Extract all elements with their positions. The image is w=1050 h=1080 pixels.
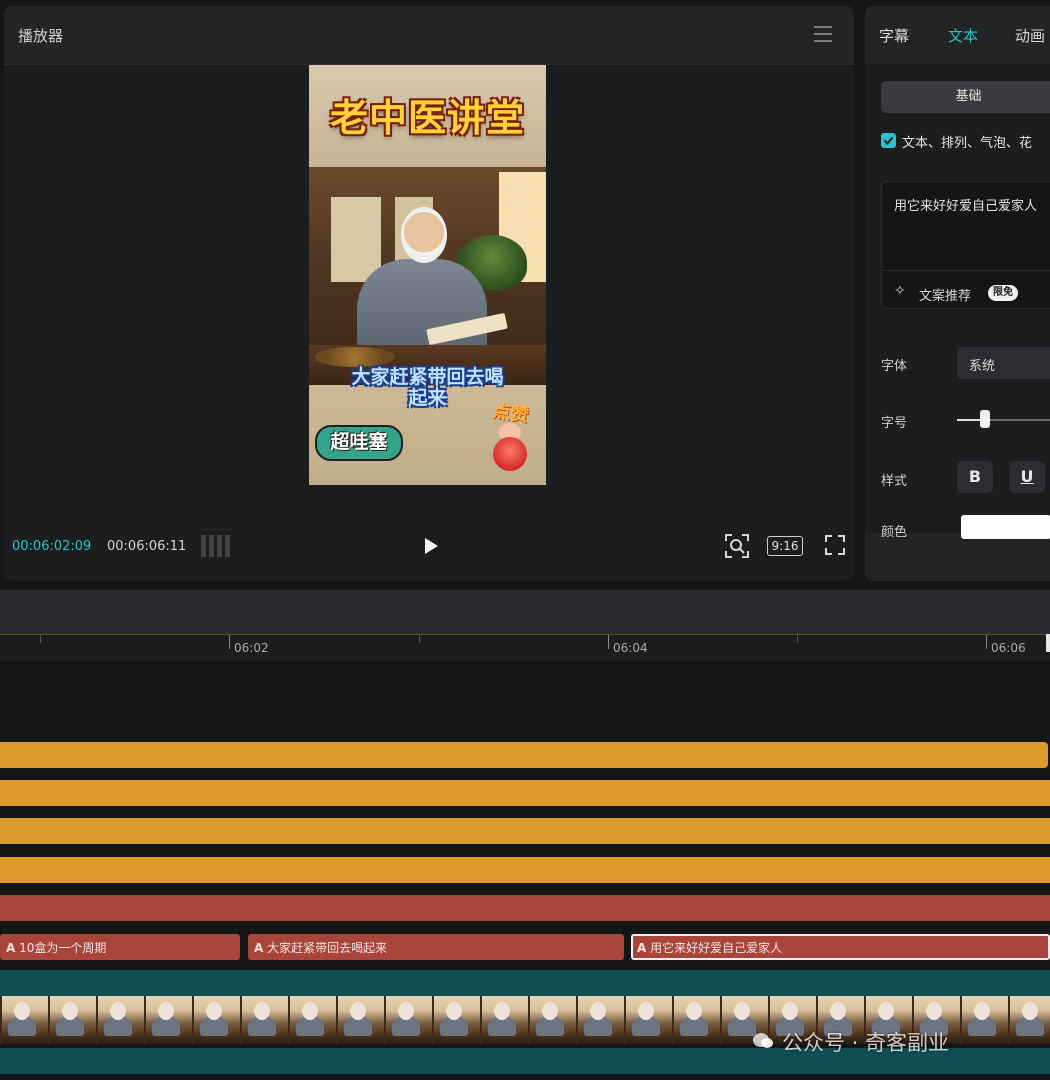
thumbnail-head — [686, 1002, 702, 1020]
tab-subtitle[interactable]: 字幕 — [879, 25, 909, 46]
free-badge: 限免 — [988, 285, 1018, 301]
tab-text[interactable]: 文本 — [948, 25, 978, 46]
color-label: 颜色 — [881, 525, 908, 540]
thumbnail-head — [110, 1002, 126, 1020]
thumbnail-head — [398, 1002, 414, 1020]
thumbnail-head — [158, 1002, 174, 1020]
ruler-label: 06:02 — [234, 641, 269, 655]
thumbnail-head — [590, 1002, 606, 1020]
apply-all-label: 文本、排列、气泡、花 — [902, 136, 1033, 151]
thumbnail-head — [782, 1002, 798, 1020]
audio-track-clip[interactable] — [0, 818, 1050, 844]
text-track-clip[interactable] — [0, 895, 1050, 921]
subtitle-clip-label: A 10盒为一个周期 — [6, 941, 107, 955]
text-color-swatch[interactable] — [961, 515, 1050, 539]
doctor-head — [401, 207, 447, 263]
calligraphy-scroll — [331, 197, 381, 282]
subtitle-clip-selected[interactable]: A 用它来好好爱自己爱家人 — [631, 934, 1050, 960]
ruler-tick — [608, 635, 609, 649]
ruler-label: 06:06 — [991, 641, 1026, 655]
inspector-tabs: 字幕 文本 动画 — [865, 6, 1050, 64]
audio-track-clip[interactable] — [0, 742, 1048, 768]
subtitle-clip[interactable]: A 大家赶紧带回去喝起来 — [248, 934, 624, 960]
ruler-tick — [229, 635, 230, 649]
check-icon — [883, 136, 894, 145]
thumbnail-head — [350, 1002, 366, 1020]
thumbnail-head — [302, 1002, 318, 1020]
thumbnail-head — [206, 1002, 222, 1020]
audio-track-clip[interactable] — [0, 857, 1050, 883]
ruler-tick — [986, 635, 987, 649]
thumbnail-head — [446, 1002, 462, 1020]
preview-title-text: 老中医讲堂 — [329, 96, 525, 140]
zoom-fit-icon[interactable] — [724, 533, 750, 559]
font-select[interactable]: 系统 — [957, 347, 1050, 379]
sparkle-icon: ✧ — [894, 283, 906, 299]
total-time: 00:06:06:11 — [107, 539, 187, 554]
ruler-tick — [419, 635, 420, 643]
thumbnail-head — [1022, 1002, 1038, 1020]
ruler-tick — [797, 635, 798, 643]
thumbnail-head — [974, 1002, 990, 1020]
inspector-panel: 字幕 文本 动画 基础 文本、排列、气泡、花 用它来好好爱自己爱家人 ✧ 文案推… — [865, 6, 1050, 581]
herbs-pile — [315, 347, 395, 367]
inspector-footer — [865, 533, 1050, 581]
tab-animation[interactable]: 动画 — [1015, 25, 1045, 46]
current-time: 00:06:02:09 — [12, 539, 92, 554]
thumbnail-head — [62, 1002, 78, 1020]
grid-icon[interactable] — [201, 535, 231, 557]
font-size-slider-thumb[interactable] — [980, 410, 990, 428]
preview-scene-image — [309, 167, 546, 385]
thumbnail-head — [14, 1002, 30, 1020]
copy-suggest-button[interactable]: 文案推荐 — [919, 285, 971, 304]
play-icon — [425, 538, 438, 554]
ruler-tick — [40, 635, 41, 643]
menu-icon[interactable] — [814, 26, 832, 42]
playhead-handle[interactable] — [1046, 634, 1050, 652]
style-label: 样式 — [881, 474, 908, 489]
time-ruler[interactable]: 06:02 06:04 06:06 — [0, 634, 1050, 661]
effect-track-clip[interactable] — [0, 970, 1050, 996]
ruler-label: 06:04 — [613, 641, 648, 655]
wechat-icon — [752, 1031, 774, 1051]
audio-track-clip[interactable] — [0, 780, 1050, 806]
player-title: 播放器 — [18, 27, 64, 45]
thumbnail-head — [926, 1002, 942, 1020]
subtitle-clip-label: A 大家赶紧带回去喝起来 — [254, 941, 388, 955]
watermark-text: 公众号 · 奇客副业 — [782, 1031, 950, 1055]
doctor-figure — [357, 259, 487, 351]
thumbnail-head — [254, 1002, 270, 1020]
basic-subtab-button[interactable]: 基础 — [881, 81, 1050, 113]
thumbnail-head — [638, 1002, 654, 1020]
font-label: 字体 — [881, 359, 908, 374]
play-button[interactable] — [416, 532, 444, 560]
heart-sticker-icon — [493, 437, 527, 471]
thumbnail-head — [734, 1002, 750, 1020]
bold-button[interactable]: B — [957, 461, 993, 493]
subtitle-clip-label: A 用它来好好爱自己爱家人 — [637, 941, 783, 955]
video-preview[interactable]: 老中医讲堂 大家赶紧带回去喝 起来 超哇塞 点赞 — [309, 65, 546, 485]
divider — [882, 270, 1050, 271]
font-select-value: 系统 — [969, 359, 996, 374]
text-content-input[interactable]: 用它来好好爱自己爱家人 ✧ 文案推荐 限免 — [881, 181, 1050, 309]
caption-line: 大家赶紧带回去喝 — [351, 366, 504, 388]
thumbnail-head — [494, 1002, 510, 1020]
thumbnail-head — [830, 1002, 846, 1020]
player-panel: 播放器 老中医讲堂 大家赶紧带回去喝 起来 超哇塞 点赞 00:06:02:09… — [4, 6, 854, 581]
fullscreen-icon[interactable] — [824, 534, 846, 556]
thumbnail-head — [542, 1002, 558, 1020]
apply-all-checkbox[interactable] — [881, 133, 896, 148]
thumbnail-head — [878, 1002, 894, 1020]
timeline-toolbar — [0, 590, 1050, 634]
text-content-value: 用它来好好爱自己爱家人 — [894, 199, 1038, 214]
subtitle-clip[interactable]: A 10盒为一个周期 — [0, 934, 240, 960]
sticker-text: 超哇塞 — [315, 425, 403, 461]
aspect-ratio-button[interactable]: 9:16 — [767, 536, 803, 556]
player-header: 播放器 — [4, 6, 854, 65]
underline-button[interactable]: U — [1009, 461, 1045, 493]
font-size-label: 字号 — [881, 416, 908, 431]
